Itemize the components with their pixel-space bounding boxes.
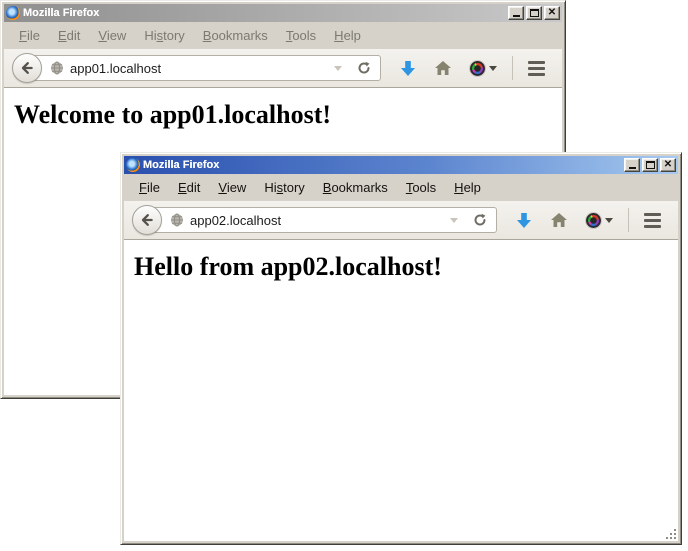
firefox-logo-icon bbox=[6, 6, 20, 20]
toolbar-separator bbox=[512, 56, 513, 80]
desktop: Mozilla Firefox ✕ File Edit View History… bbox=[0, 0, 688, 551]
back-arrow-icon bbox=[19, 60, 35, 76]
window-controls: ✕ bbox=[624, 158, 676, 172]
download-button[interactable] bbox=[391, 53, 425, 83]
addon-button[interactable] bbox=[577, 205, 622, 235]
menu-view[interactable]: View bbox=[209, 176, 255, 199]
menu-bookmarks[interactable]: Bookmarks bbox=[314, 176, 397, 199]
resize-grip[interactable] bbox=[664, 527, 677, 540]
download-icon bbox=[400, 60, 416, 77]
globe-icon bbox=[170, 213, 184, 227]
firefox-window-app02: Mozilla Firefox ✕ File Edit View History… bbox=[120, 152, 682, 545]
reload-icon bbox=[357, 61, 371, 75]
url-text[interactable]: app02.localhost bbox=[190, 213, 439, 228]
reload-button[interactable] bbox=[469, 208, 491, 232]
back-arrow-icon bbox=[139, 212, 155, 228]
menu-panel-button[interactable] bbox=[635, 205, 670, 235]
toolbar-separator bbox=[628, 208, 629, 232]
url-bar[interactable]: app01.localhost bbox=[27, 55, 381, 81]
menu-help[interactable]: Help bbox=[325, 24, 370, 47]
download-button[interactable] bbox=[507, 205, 541, 235]
menu-history[interactable]: History bbox=[135, 24, 193, 47]
window-controls: ✕ bbox=[508, 6, 560, 20]
color-wheel-icon bbox=[586, 213, 601, 228]
menu-bar: File Edit View History Bookmarks Tools H… bbox=[4, 22, 562, 49]
hamburger-icon bbox=[644, 213, 661, 228]
addon-button[interactable] bbox=[461, 53, 506, 83]
url-dropdown-button[interactable] bbox=[445, 208, 463, 232]
close-button[interactable]: ✕ bbox=[660, 158, 676, 172]
reload-icon bbox=[473, 213, 487, 227]
dropdown-triangle-icon bbox=[333, 65, 343, 72]
menu-edit[interactable]: Edit bbox=[49, 24, 89, 47]
minimize-icon bbox=[629, 167, 636, 169]
firefox-logo-icon bbox=[126, 158, 140, 172]
url-bar[interactable]: app02.localhost bbox=[147, 207, 497, 233]
menu-file[interactable]: File bbox=[130, 176, 169, 199]
minimize-button[interactable] bbox=[508, 6, 524, 20]
toolbar-buttons bbox=[507, 205, 670, 235]
page-heading: Welcome to app01.localhost! bbox=[14, 100, 562, 130]
menu-bookmarks[interactable]: Bookmarks bbox=[194, 24, 277, 47]
navigation-toolbar: app01.localhost bbox=[4, 49, 562, 88]
page-content-app02: Hello from app02.localhost! bbox=[124, 240, 678, 541]
url-text[interactable]: app01.localhost bbox=[70, 61, 323, 76]
menu-tools[interactable]: Tools bbox=[397, 176, 445, 199]
caret-down-icon bbox=[489, 66, 497, 71]
menu-edit[interactable]: Edit bbox=[169, 176, 209, 199]
dropdown-triangle-icon bbox=[449, 217, 459, 224]
minimize-button[interactable] bbox=[624, 158, 640, 172]
menu-bar: File Edit View History Bookmarks Tools H… bbox=[124, 174, 678, 201]
menu-view[interactable]: View bbox=[89, 24, 135, 47]
menu-panel-button[interactable] bbox=[519, 53, 554, 83]
maximize-icon bbox=[646, 161, 655, 169]
menu-file[interactable]: File bbox=[10, 24, 49, 47]
titlebar[interactable]: Mozilla Firefox ✕ bbox=[4, 4, 562, 22]
close-icon: ✕ bbox=[664, 160, 672, 170]
url-dropdown-button[interactable] bbox=[329, 56, 347, 80]
home-button[interactable] bbox=[425, 53, 461, 83]
navigation-toolbar: app02.localhost bbox=[124, 201, 678, 240]
maximize-icon bbox=[530, 9, 539, 17]
caret-down-icon bbox=[605, 218, 613, 223]
page-heading: Hello from app02.localhost! bbox=[134, 252, 678, 282]
window-title: Mozilla Firefox bbox=[23, 4, 505, 22]
window-title: Mozilla Firefox bbox=[143, 156, 621, 174]
globe-icon bbox=[50, 61, 64, 75]
back-button[interactable] bbox=[12, 53, 42, 83]
maximize-button[interactable] bbox=[526, 6, 542, 20]
back-button[interactable] bbox=[132, 205, 162, 235]
menu-tools[interactable]: Tools bbox=[277, 24, 325, 47]
menu-help[interactable]: Help bbox=[445, 176, 490, 199]
close-icon: ✕ bbox=[548, 8, 556, 18]
reload-button[interactable] bbox=[353, 56, 375, 80]
download-icon bbox=[516, 212, 532, 229]
maximize-button[interactable] bbox=[642, 158, 658, 172]
home-icon bbox=[550, 212, 568, 228]
titlebar[interactable]: Mozilla Firefox ✕ bbox=[124, 156, 678, 174]
hamburger-icon bbox=[528, 61, 545, 76]
home-button[interactable] bbox=[541, 205, 577, 235]
color-wheel-icon bbox=[470, 61, 485, 76]
close-button[interactable]: ✕ bbox=[544, 6, 560, 20]
home-icon bbox=[434, 60, 452, 76]
minimize-icon bbox=[513, 15, 520, 17]
menu-history[interactable]: History bbox=[255, 176, 313, 199]
toolbar-buttons bbox=[391, 53, 554, 83]
